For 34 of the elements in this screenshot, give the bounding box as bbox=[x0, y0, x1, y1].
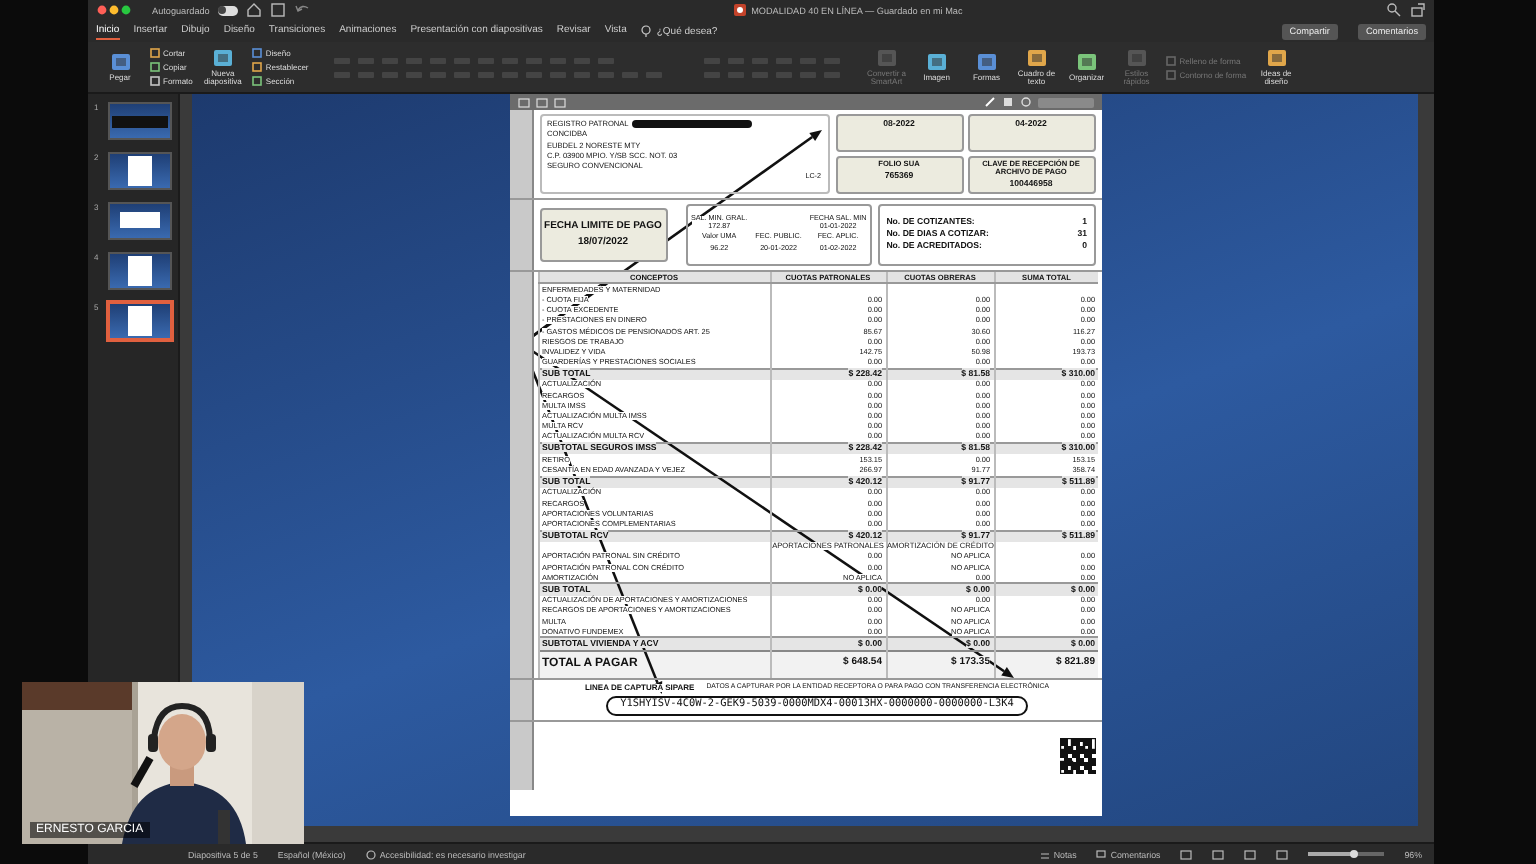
ribbon-icon bbox=[1125, 47, 1148, 68]
ribbon-icon bbox=[211, 47, 234, 68]
search-icon[interactable] bbox=[1385, 2, 1402, 18]
home-icon[interactable] bbox=[245, 2, 262, 18]
search-field[interactable] bbox=[1037, 97, 1093, 107]
redaction-bar bbox=[632, 120, 753, 128]
qr-code-icon bbox=[1059, 737, 1095, 774]
powerpoint-icon bbox=[733, 4, 746, 16]
autosave-toggle[interactable] bbox=[217, 5, 238, 15]
ribbon-icon bbox=[1265, 47, 1288, 68]
view-icon[interactable] bbox=[1180, 849, 1193, 859]
view-icon[interactable] bbox=[1212, 849, 1225, 859]
window-controls-icon[interactable] bbox=[96, 4, 132, 16]
ribbon-icon bbox=[875, 47, 898, 68]
ribbon-icon bbox=[1025, 47, 1048, 68]
slide-thumbnail[interactable] bbox=[107, 302, 172, 340]
slide-thumbnail[interactable] bbox=[107, 102, 172, 140]
notes-icon bbox=[1039, 849, 1050, 859]
view-icon[interactable] bbox=[1244, 849, 1257, 859]
ribbon-icon bbox=[975, 51, 998, 72]
comment-icon bbox=[1096, 849, 1107, 859]
slide-thumbnail[interactable] bbox=[107, 202, 172, 240]
save-icon[interactable] bbox=[269, 2, 286, 18]
pencil-icon[interactable] bbox=[983, 96, 995, 108]
slide-thumbnail[interactable] bbox=[107, 252, 172, 290]
lightbulb-icon bbox=[640, 24, 653, 38]
slide-thumbnail[interactable] bbox=[107, 152, 172, 190]
ribbon-icon bbox=[109, 51, 131, 72]
share-icon[interactable] bbox=[1409, 2, 1426, 18]
accessibility-icon bbox=[365, 849, 376, 859]
undo-icon[interactable] bbox=[293, 2, 310, 18]
ribbon-icon bbox=[925, 51, 948, 72]
ribbon-icon bbox=[1075, 51, 1098, 72]
view-icon[interactable] bbox=[1276, 849, 1289, 859]
